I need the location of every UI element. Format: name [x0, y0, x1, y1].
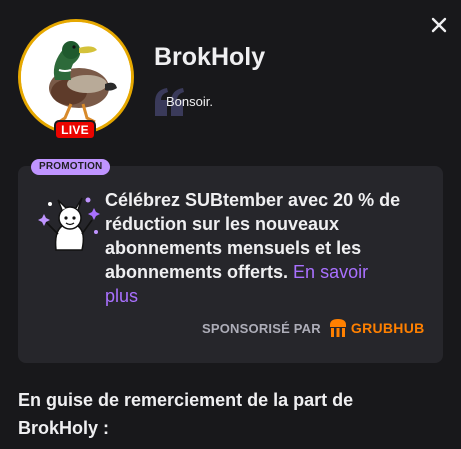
close-icon — [431, 17, 447, 33]
close-button[interactable] — [426, 12, 452, 38]
channel-avatar-container[interactable]: LIVE — [18, 19, 134, 140]
grubhub-logo-icon — [329, 319, 346, 337]
avatar[interactable] — [18, 19, 134, 135]
duck-avatar-image — [21, 22, 131, 132]
channel-name[interactable]: BrokHoly — [154, 43, 265, 72]
thanks-heading: En guise de remerciement de la part de B… — [18, 390, 354, 438]
confetti-character-icon — [38, 197, 100, 251]
grubhub-wordmark: GRUBHUB — [350, 320, 425, 336]
sponsored-by-label: SPONSORISÉ PAR — [202, 320, 321, 336]
sponsor-row: SPONSORISÉ PAR GRUBHUB — [202, 316, 425, 340]
live-badge: LIVE — [54, 120, 96, 140]
promotion-badge: PROMOTION — [31, 159, 111, 175]
grubhub-logo[interactable]: GRUBHUB — [327, 317, 425, 339]
channel-greeting: Bonsoir. — [166, 94, 213, 109]
promotion-message: Célébrez SUBtember avec 20 % de réductio… — [105, 188, 405, 308]
